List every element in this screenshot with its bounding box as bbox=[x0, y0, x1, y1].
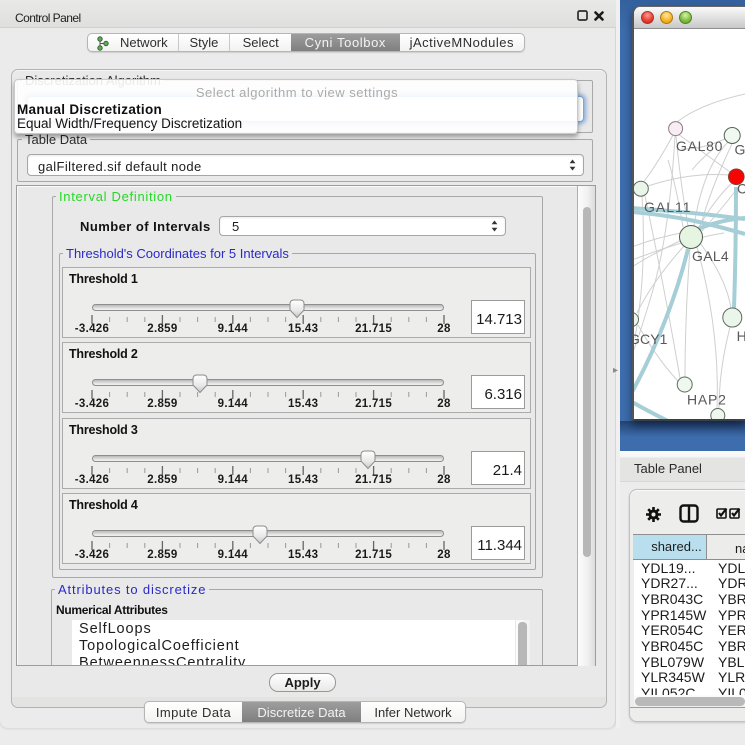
svg-text:GAL80: GAL80 bbox=[676, 138, 723, 154]
svg-text:HAP2: HAP2 bbox=[687, 392, 727, 408]
svg-text:CR: CR bbox=[737, 181, 745, 197]
svg-text:HI: HI bbox=[737, 328, 745, 344]
svg-text:GAL4: GAL4 bbox=[692, 248, 729, 264]
svg-text:GCY1: GCY1 bbox=[634, 331, 668, 347]
svg-text:GAL11: GAL11 bbox=[644, 199, 692, 215]
svg-text:GA: GA bbox=[735, 142, 745, 158]
